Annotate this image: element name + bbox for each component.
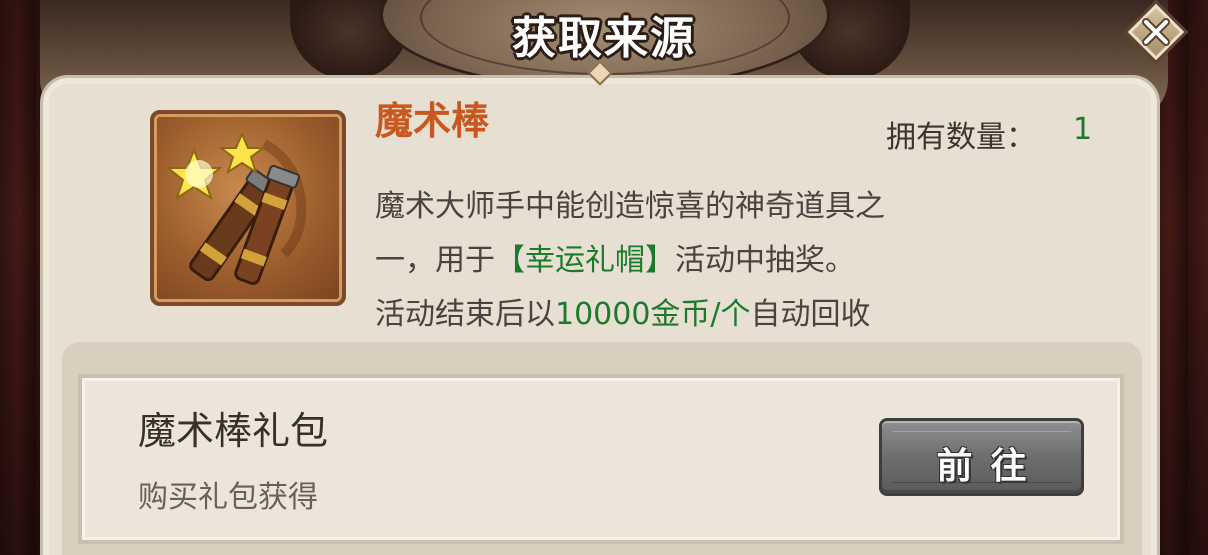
close-button[interactable] xyxy=(1123,0,1189,65)
dialog-title: 获取来源 xyxy=(512,13,696,64)
magic-wand-icon xyxy=(150,110,346,306)
close-icon xyxy=(1142,18,1170,46)
item-name: 魔术棒 xyxy=(375,99,490,143)
source-title: 魔术棒礼包 xyxy=(138,409,329,453)
source-subtitle: 购买礼包获得 xyxy=(138,480,318,515)
event-name-highlight: 【幸运礼帽】 xyxy=(495,243,675,278)
recycle-price-highlight: 10000金币/个 xyxy=(555,297,751,332)
description-line-1: 魔术大师手中能创造惊喜的神奇道具之 xyxy=(375,189,885,224)
owned-quantity-label: 拥有数量： xyxy=(886,120,1036,155)
go-button[interactable]: 前往 xyxy=(879,418,1084,496)
description-line-2: 一，用于【幸运礼帽】活动中抽奖。 xyxy=(375,243,855,278)
go-button-label: 前往 xyxy=(936,446,1045,487)
description-line-3: 活动结束后以10000金币/个自动回收 xyxy=(375,297,871,332)
item-description: 魔术大师手中能创造惊喜的神奇道具之 一，用于【幸运礼帽】活动中抽奖。 活动结束后… xyxy=(375,180,1035,342)
owned-quantity-value: 1 xyxy=(1073,112,1093,147)
